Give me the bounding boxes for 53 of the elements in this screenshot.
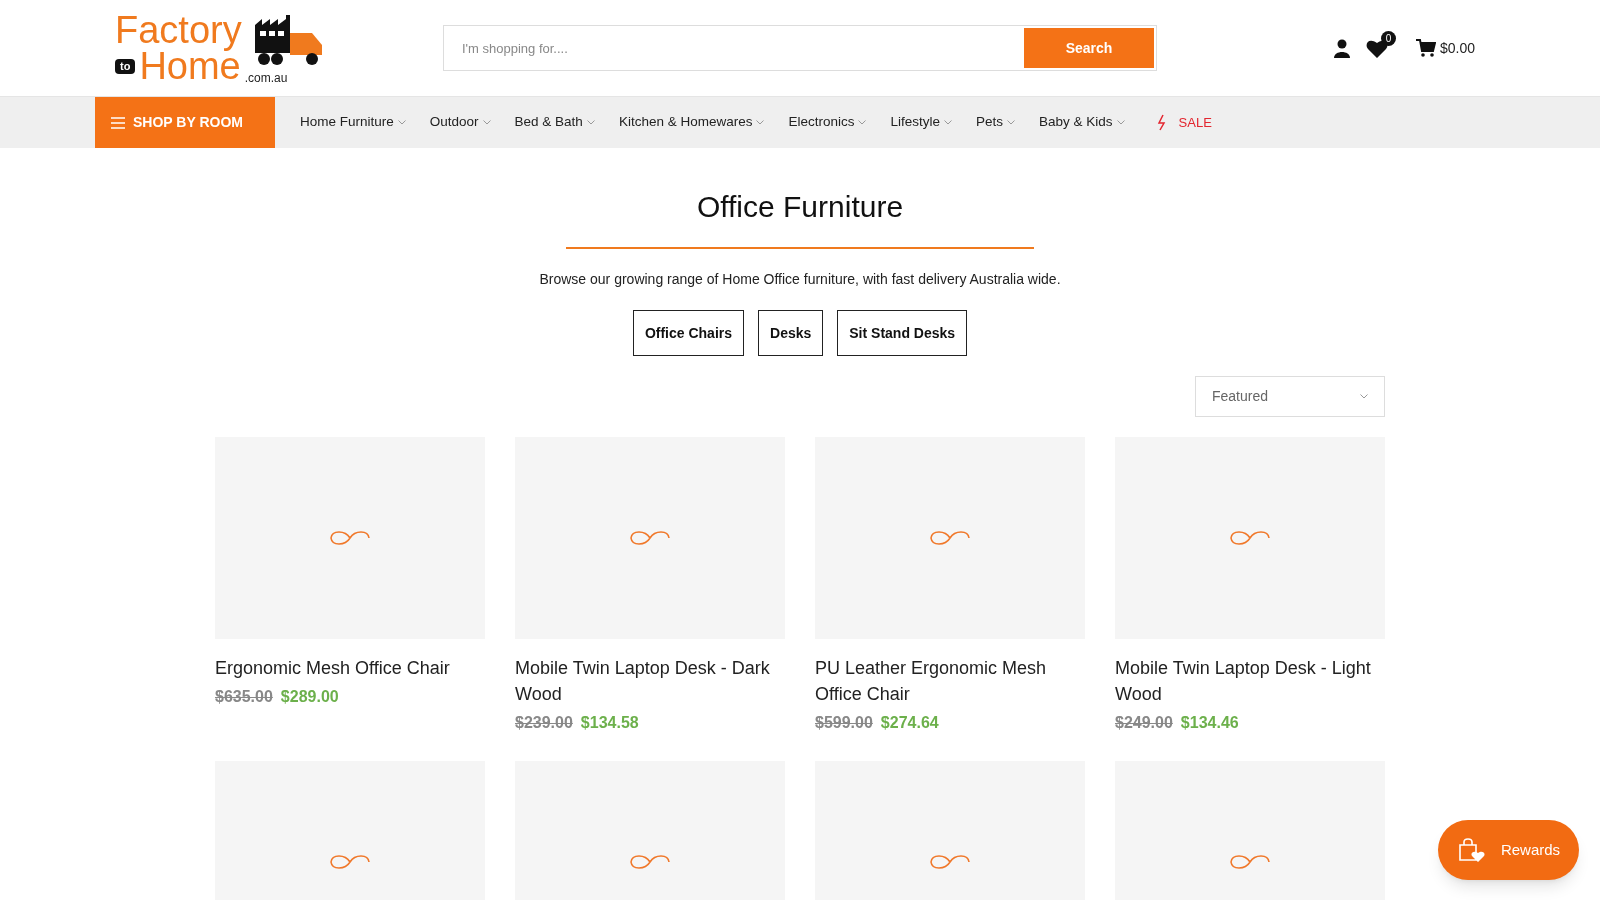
old-price: $249.00 [1115,713,1173,733]
old-price: $239.00 [515,713,573,733]
nav-item[interactable]: Kitchen & Homewares [618,112,765,133]
nav-item[interactable]: Electronics [788,112,867,133]
logo-domain: .com.au [244,72,288,84]
nav-item[interactable]: Home Furniture [300,112,406,133]
image-placeholder[interactable] [215,437,485,639]
cart-icon [1415,39,1436,57]
old-price: $635.00 [215,687,273,707]
sale-price: $289.00 [280,687,339,707]
product-title[interactable]: Ergonomic Mesh Office Chair [215,655,485,681]
wishlist-button[interactable]: 0 [1365,30,1396,58]
sort-select[interactable]: Featured [1195,376,1385,417]
menu-icon [111,116,125,129]
cart-button[interactable]: $0.00 [1415,37,1475,59]
cart-total: $0.00 [1439,38,1475,58]
sale-link[interactable]: SALE [1156,112,1212,133]
nav-item[interactable]: Lifestyle [890,112,952,133]
nav-item[interactable]: Pets [976,112,1016,133]
heart-icon [1365,38,1388,58]
subcategory-button[interactable]: Sit Stand Desks [837,310,968,356]
page-description: Browse our growing range of Home Office furniture, with fast delivery Australia wide. [539,270,1061,289]
nav-item[interactable]: Baby & Kids [1039,112,1125,133]
image-placeholder[interactable] [515,437,785,639]
chevron-down-icon [1360,394,1368,399]
page-title: Office Furniture [696,189,904,225]
chevron-down-icon [397,120,406,125]
subcategory-button[interactable]: Desks [758,310,824,356]
chevron-down-icon [1007,120,1016,125]
image-placeholder[interactable] [815,437,1085,639]
sale-price: $134.46 [1180,713,1239,733]
wishlist-count: 0 [1380,30,1396,46]
shopping-bag-icon [1456,836,1485,864]
lightning-icon [1156,114,1167,131]
chevron-down-icon [858,120,867,125]
chevron-down-icon [944,120,952,125]
logo-badge: to [115,58,136,74]
chevron-down-icon [1116,120,1125,125]
nav-item[interactable]: Bed & Bath [514,112,595,133]
product-title[interactable]: Mobile Twin Laptop Desk - Light Wood [1115,655,1385,707]
image-placeholder[interactable] [1115,437,1385,639]
logo[interactable]: Factory to Home.com.au [115,13,330,83]
sale-price: $134.58 [580,713,639,733]
chevron-down-icon [586,120,595,125]
chevron-down-icon [482,120,491,125]
subcategory-button[interactable]: Office Chairs [632,310,744,356]
chevron-down-icon [756,120,765,125]
old-price: $599.00 [815,713,873,733]
sale-price: $274.64 [880,713,939,733]
user-icon[interactable] [1333,38,1350,58]
nav-item[interactable]: Outdoor [429,112,491,133]
product-title[interactable]: PU Leather Ergonomic Mesh Office Chair [815,655,1085,707]
product-title[interactable]: Mobile Twin Laptop Desk - Dark Wood [515,655,785,707]
